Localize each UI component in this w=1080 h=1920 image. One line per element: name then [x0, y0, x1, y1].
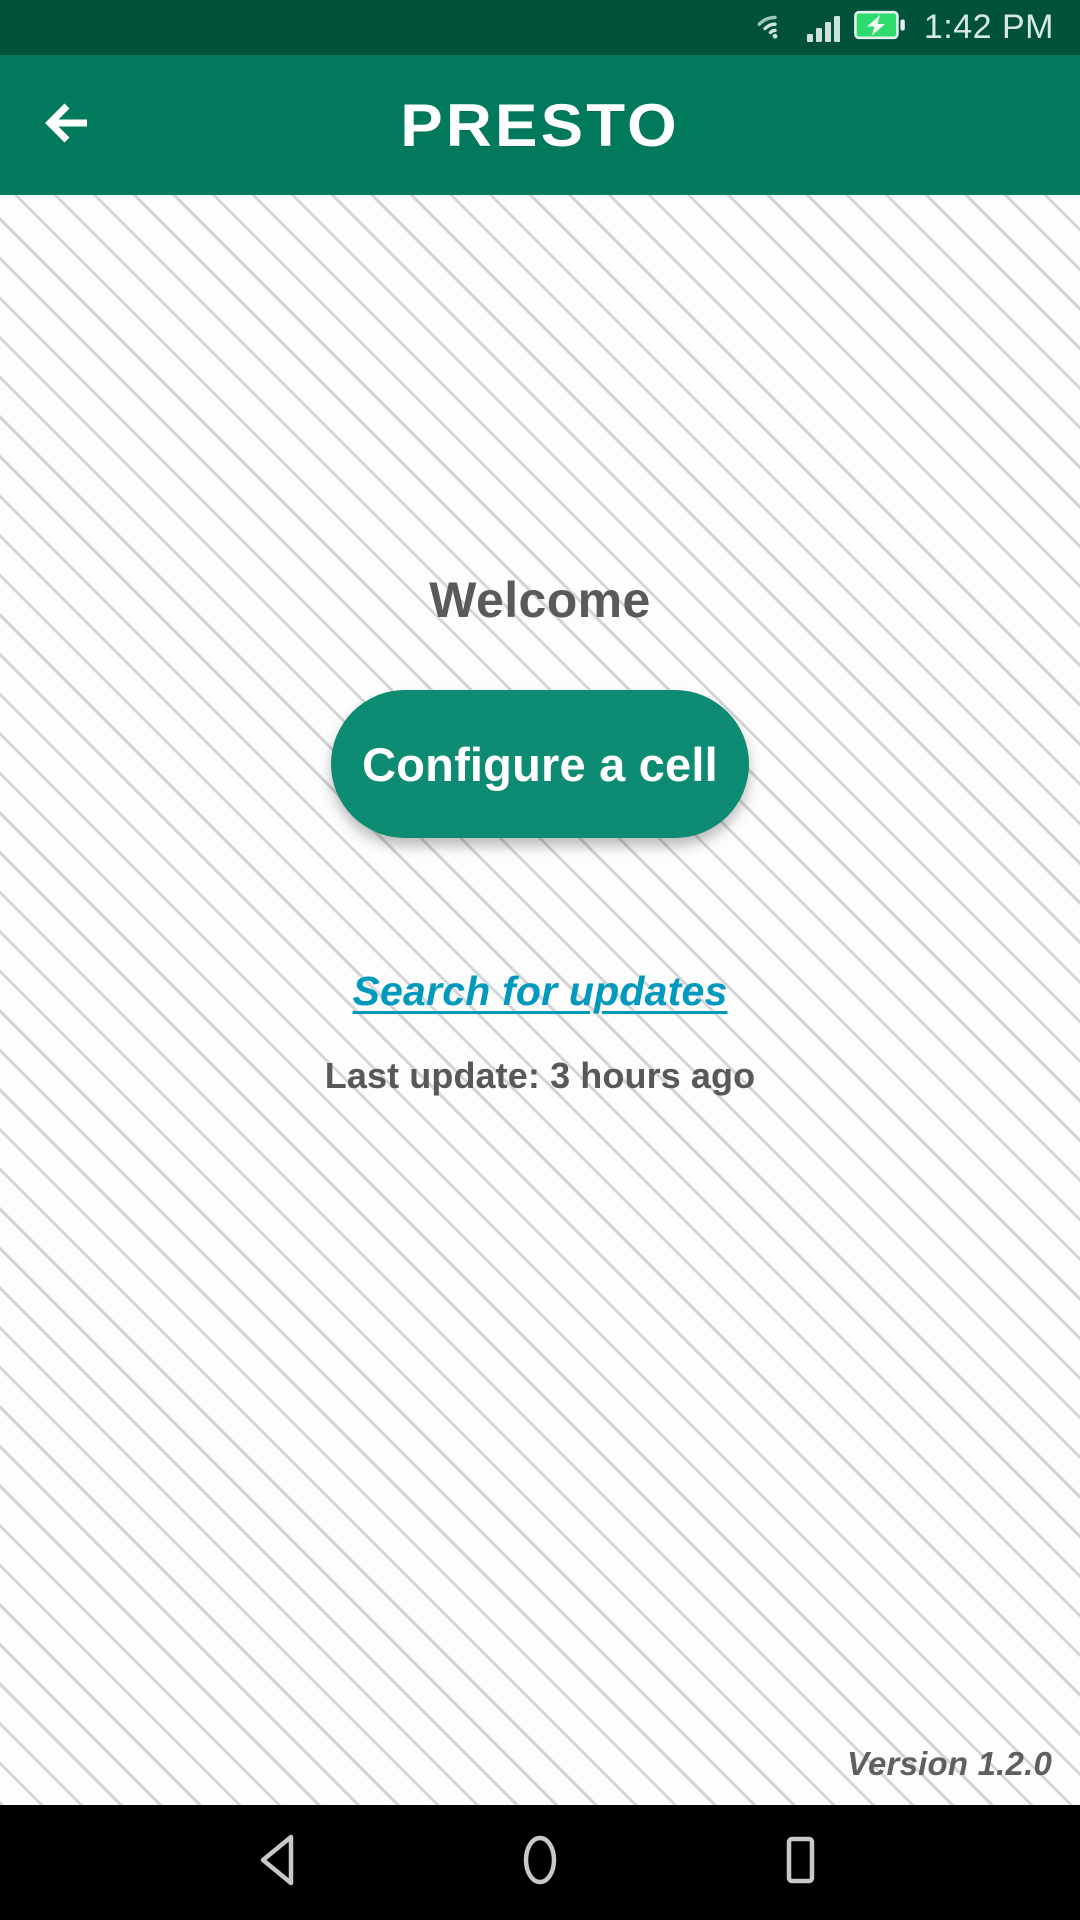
version-label: Version 1.2.0 — [847, 1745, 1052, 1782]
nav-back-button[interactable] — [220, 1805, 340, 1920]
phone-screen: 1:42 PM PRESTO Welcome Configure a cell … — [0, 0, 1080, 1920]
app-bar: PRESTO — [0, 55, 1080, 195]
status-bar: 1:42 PM — [0, 0, 1080, 55]
square-icon — [773, 1831, 827, 1894]
search-for-updates-link[interactable]: Search for updates — [353, 968, 728, 1015]
last-update-status: Last update: 3 hours ago — [324, 1055, 756, 1096]
wifi-icon — [757, 11, 793, 44]
app-title-logo: PRESTO — [400, 91, 680, 159]
signal-icon — [806, 14, 840, 42]
welcome-heading: Welcome — [429, 572, 651, 628]
triangle-left-icon — [253, 1831, 307, 1894]
status-bar-icons: 1:42 PM — [757, 8, 1054, 47]
nav-recents-button[interactable] — [740, 1805, 860, 1920]
circle-icon — [513, 1831, 567, 1894]
status-bar-clock: 1:42 PM — [923, 8, 1054, 46]
battery-charging-icon — [853, 10, 906, 45]
configure-a-cell-button[interactable]: Configure a cell — [331, 690, 749, 838]
android-navigation-bar — [0, 1805, 1080, 1920]
nav-home-button[interactable] — [480, 1805, 600, 1920]
main-content: Welcome Configure a cell Search for upda… — [0, 195, 1080, 1805]
